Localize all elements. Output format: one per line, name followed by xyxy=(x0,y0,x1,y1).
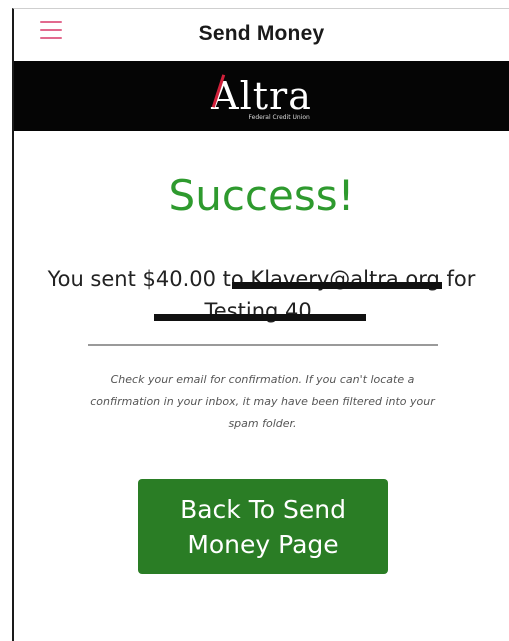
hamburger-menu-icon[interactable] xyxy=(40,21,62,39)
top-bar: Send Money xyxy=(14,9,509,59)
back-to-send-money-button[interactable]: Back To Send Money Page xyxy=(138,479,388,574)
redaction-bar-memo xyxy=(154,314,366,321)
page-title: Send Money xyxy=(198,22,325,45)
altra-logo: Altra Federal Credit Union xyxy=(211,74,312,121)
app-frame: Send Money Altra Federal Credit Union Su… xyxy=(12,8,509,641)
brand-banner: Altra Federal Credit Union xyxy=(14,61,509,131)
confirmation-note: Check your email for confirmation. If yo… xyxy=(90,373,435,430)
success-heading: Success! xyxy=(168,171,355,220)
logo-subtext: Federal Credit Union xyxy=(248,114,310,121)
divider xyxy=(88,344,438,346)
logo-wordmark: Altra xyxy=(211,74,312,118)
redaction-bar-email xyxy=(232,282,442,289)
